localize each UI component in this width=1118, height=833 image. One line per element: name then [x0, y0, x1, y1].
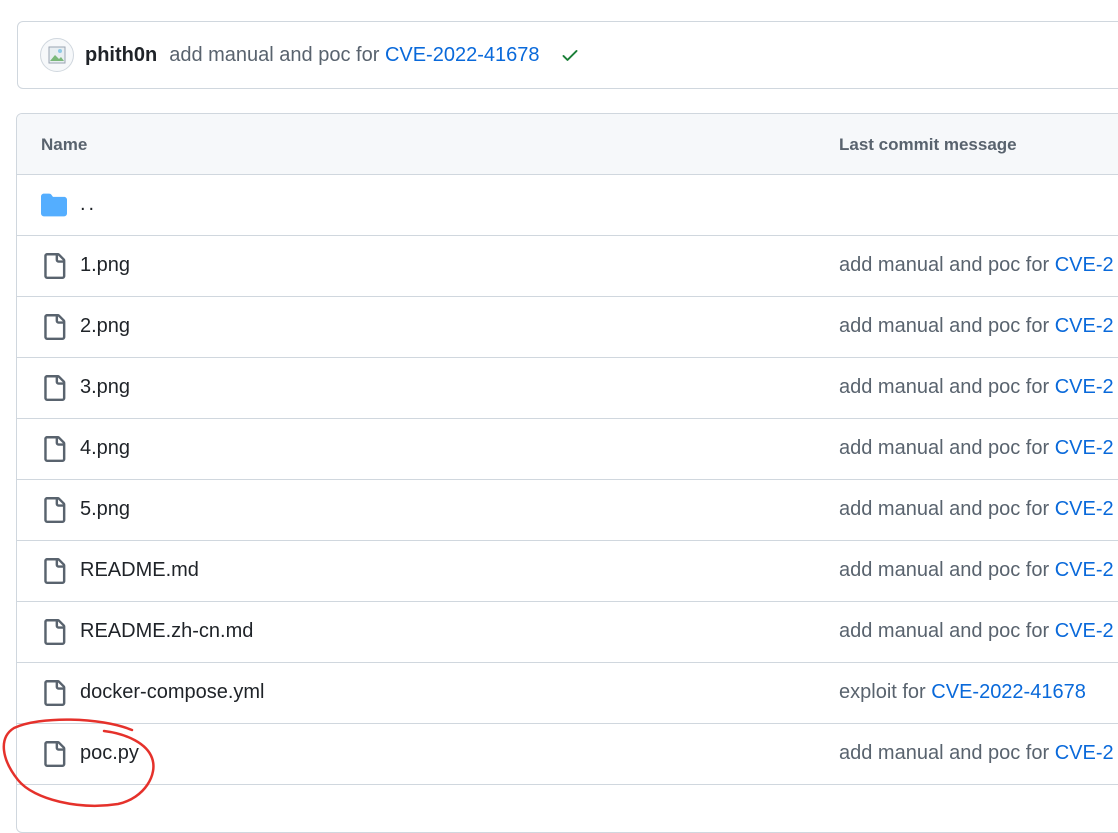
file-name-link[interactable]: 4.png	[80, 437, 130, 460]
file-icon	[41, 680, 67, 706]
commit-message-text[interactable]: add manual and poc for	[839, 376, 1049, 398]
commit-message-text[interactable]: add manual and poc for	[839, 498, 1049, 520]
commit-message-text[interactable]: add manual and poc for	[839, 559, 1049, 581]
file-row[interactable]: 4.png add manual and poc for CVE-2	[17, 419, 1118, 480]
file-icon	[41, 497, 67, 523]
commit-author[interactable]: phith0n	[85, 44, 157, 67]
file-icon	[41, 619, 67, 645]
last-commit-message[interactable]: add manual and poc for CVE-2	[839, 315, 1114, 338]
commit-message-text[interactable]: add manual and poc for	[839, 315, 1049, 337]
last-commit-message[interactable]: add manual and poc for CVE-2	[839, 620, 1114, 643]
file-row[interactable]: 3.png add manual and poc for CVE-2	[17, 358, 1118, 419]
column-header-last-commit: Last commit message	[839, 135, 1017, 154]
commit-message[interactable]: add manual and poc for	[169, 44, 379, 67]
file-row[interactable]: README.zh-cn.md add manual and poc for CV…	[17, 602, 1118, 663]
commit-message-text[interactable]: add manual and poc for	[839, 742, 1049, 764]
commit-cve-link[interactable]: CVE-2022-41678	[931, 681, 1086, 703]
last-commit-message[interactable]: add manual and poc for CVE-2	[839, 437, 1114, 460]
file-name-link[interactable]: poc.py	[80, 742, 139, 765]
commit-cve-link[interactable]: CVE-2	[1055, 742, 1114, 764]
commit-cve-link[interactable]: CVE-2022-41678	[385, 44, 540, 67]
file-name-link[interactable]: README.zh-cn.md	[80, 620, 253, 643]
file-name-link[interactable]: 3.png	[80, 376, 130, 399]
commit-cve-link[interactable]: CVE-2	[1055, 620, 1114, 642]
commit-cve-link[interactable]: CVE-2	[1055, 498, 1114, 520]
folder-icon	[41, 192, 67, 218]
commit-cve-link[interactable]: CVE-2	[1055, 254, 1114, 276]
file-name-link[interactable]: docker-compose.yml	[80, 681, 265, 704]
file-icon	[41, 314, 67, 340]
file-row[interactable]: README.md add manual and poc for CVE-2	[17, 541, 1118, 602]
file-table: Name Last commit message .. 1.png add man…	[16, 113, 1118, 833]
commit-message-text[interactable]: add manual and poc for	[839, 254, 1049, 276]
commit-cve-link[interactable]: CVE-2	[1055, 376, 1114, 398]
file-icon	[41, 741, 67, 767]
broken-image-icon	[48, 46, 66, 64]
file-row[interactable]: 2.png add manual and poc for CVE-2	[17, 297, 1118, 358]
commit-message-text[interactable]: exploit for	[839, 681, 926, 703]
parent-directory-link[interactable]: ..	[80, 193, 97, 216]
file-row[interactable]: poc.py add manual and poc for CVE-2	[17, 724, 1118, 785]
file-icon	[41, 436, 67, 462]
commit-message-text[interactable]: add manual and poc for	[839, 620, 1049, 642]
file-row[interactable]: 1.png add manual and poc for CVE-2	[17, 236, 1118, 297]
last-commit-message[interactable]: add manual and poc for CVE-2	[839, 742, 1114, 765]
parent-directory-row[interactable]: ..	[17, 175, 1118, 236]
last-commit-message[interactable]: add manual and poc for CVE-2	[839, 559, 1114, 582]
file-name-link[interactable]: 1.png	[80, 254, 130, 277]
last-commit-message[interactable]: add manual and poc for CVE-2	[839, 376, 1114, 399]
file-row[interactable]: docker-compose.yml exploit for CVE-2022-4…	[17, 663, 1118, 724]
file-name-link[interactable]: README.md	[80, 559, 199, 582]
file-name-link[interactable]: 5.png	[80, 498, 130, 521]
last-commit-message[interactable]: exploit for CVE-2022-41678	[839, 681, 1086, 704]
file-icon	[41, 375, 67, 401]
check-icon[interactable]	[560, 45, 580, 65]
author-avatar[interactable]	[40, 38, 74, 72]
file-icon	[41, 253, 67, 279]
commit-cve-link[interactable]: CVE-2	[1055, 437, 1114, 459]
file-name-link[interactable]: 2.png	[80, 315, 130, 338]
commit-cve-link[interactable]: CVE-2	[1055, 315, 1114, 337]
latest-commit-bar: phith0n add manual and poc for CVE-2022-…	[17, 21, 1118, 89]
table-header: Name Last commit message	[17, 114, 1118, 175]
column-header-name: Name	[41, 135, 88, 154]
file-row[interactable]: 5.png add manual and poc for CVE-2	[17, 480, 1118, 541]
commit-cve-link[interactable]: CVE-2	[1055, 559, 1114, 581]
file-icon	[41, 558, 67, 584]
commit-message-text[interactable]: add manual and poc for	[839, 437, 1049, 459]
last-commit-message[interactable]: add manual and poc for CVE-2	[839, 498, 1114, 521]
last-commit-message[interactable]: add manual and poc for CVE-2	[839, 254, 1114, 277]
